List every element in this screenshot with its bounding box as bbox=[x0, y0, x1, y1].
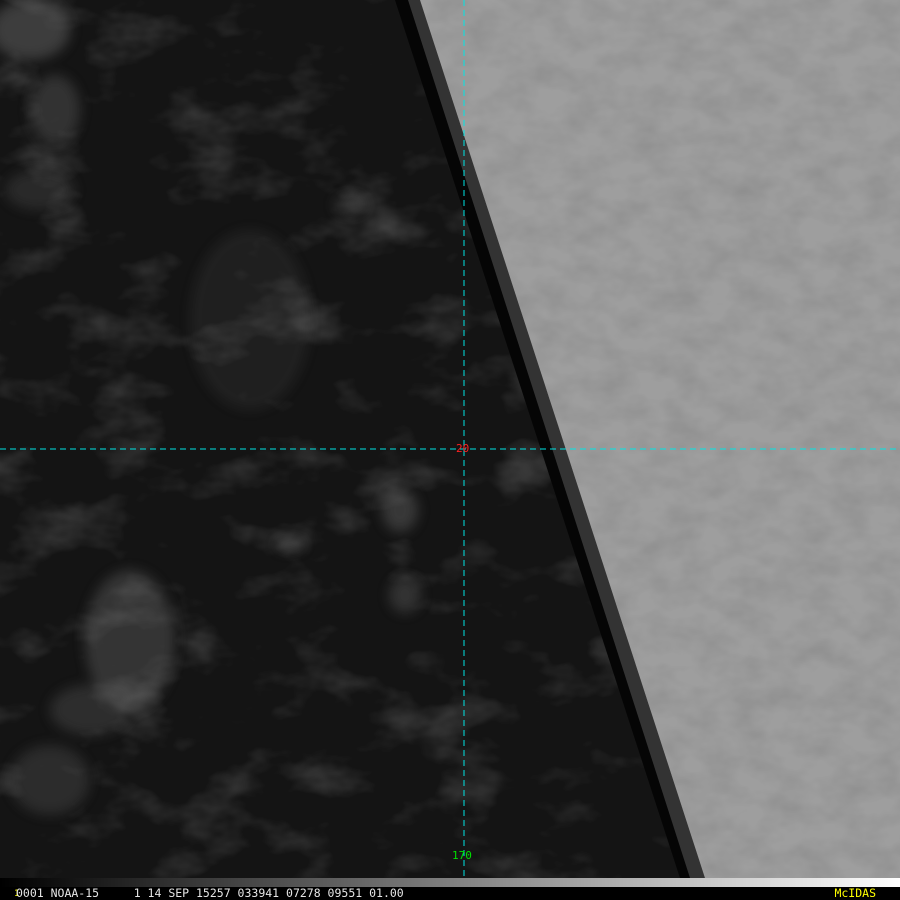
status-bar: 1 0001 NOAA-15 1 14 SEP 15257 033941 072… bbox=[0, 878, 900, 900]
satellite-image-frame: 20 170 1 0001 NOAA-15 1 14 SEP 15257 033… bbox=[0, 0, 900, 900]
mcidas-label: McIDAS bbox=[834, 886, 876, 900]
latitude-label: 20 bbox=[456, 442, 470, 455]
satellite-image bbox=[0, 0, 900, 878]
longitude-label: 170 bbox=[452, 849, 472, 862]
image-metadata-text: 0001 NOAA-15 1 14 SEP 15257 033941 07278… bbox=[16, 886, 404, 900]
